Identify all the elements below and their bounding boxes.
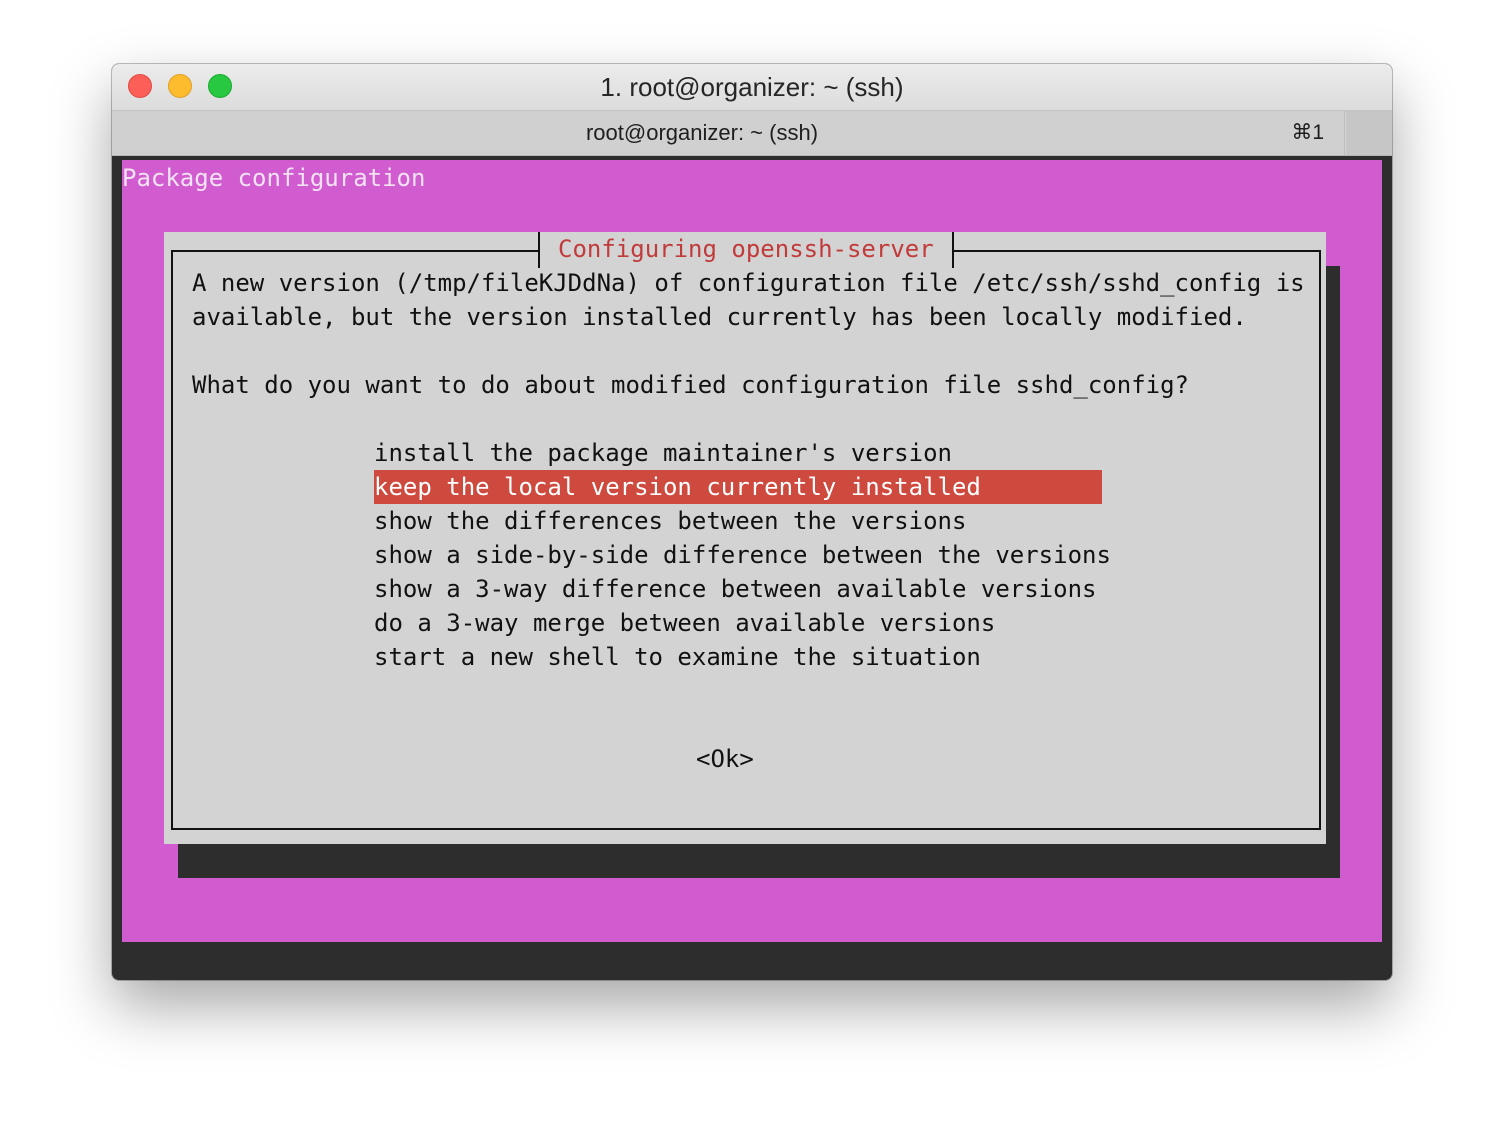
package-configuration-title: Package configuration (122, 164, 426, 192)
tab-shortcut: ⌘1 (1291, 121, 1324, 144)
question-line: What do you want to do about modified co… (192, 371, 1189, 399)
tab-title: root@organizer: ~ (ssh) (585, 120, 819, 145)
option-side-by-side-difference[interactable]: show a side-by-side difference between t… (374, 538, 1111, 572)
option-show-differences[interactable]: show the differences between the version… (374, 504, 1102, 538)
option-3-way-merge[interactable]: do a 3-way merge between available versi… (374, 606, 1102, 640)
close-window-button[interactable] (128, 74, 152, 98)
option-keep-local-version[interactable]: keep the local version currently install… (374, 470, 1102, 504)
message-line-2: available, but the version installed cur… (192, 303, 1247, 331)
ok-button[interactable]: <Ok> (696, 742, 754, 776)
new-tab-area[interactable] (1346, 111, 1392, 155)
window-title: 1. root@organizer: ~ (ssh) (600, 72, 904, 102)
dialog-title: Configuring openssh-server (538, 232, 954, 268)
option-install-maintainer-version[interactable]: install the package maintainer's version (374, 436, 1102, 470)
message-line-1: A new version (/tmp/fileKJDdNa) of confi… (192, 269, 1305, 297)
configuration-dialog: Configuring openssh-server A new version… (164, 232, 1326, 844)
title-bar[interactable]: 1. root@organizer: ~ (ssh) (112, 64, 1392, 111)
tab-ssh-session[interactable]: root@organizer: ~ (ssh) ⌘1 (112, 111, 1345, 155)
tab-bar: root@organizer: ~ (ssh) ⌘1 (112, 111, 1392, 156)
option-start-new-shell[interactable]: start a new shell to examine the situati… (374, 640, 1102, 674)
zoom-window-button[interactable] (208, 74, 232, 98)
terminal-screen[interactable]: Package configuration Configuring openss… (122, 160, 1382, 942)
option-3-way-difference[interactable]: show a 3-way difference between availabl… (374, 572, 1102, 606)
terminal-window: 1. root@organizer: ~ (ssh) root@organize… (112, 64, 1392, 980)
minimize-window-button[interactable] (168, 74, 192, 98)
